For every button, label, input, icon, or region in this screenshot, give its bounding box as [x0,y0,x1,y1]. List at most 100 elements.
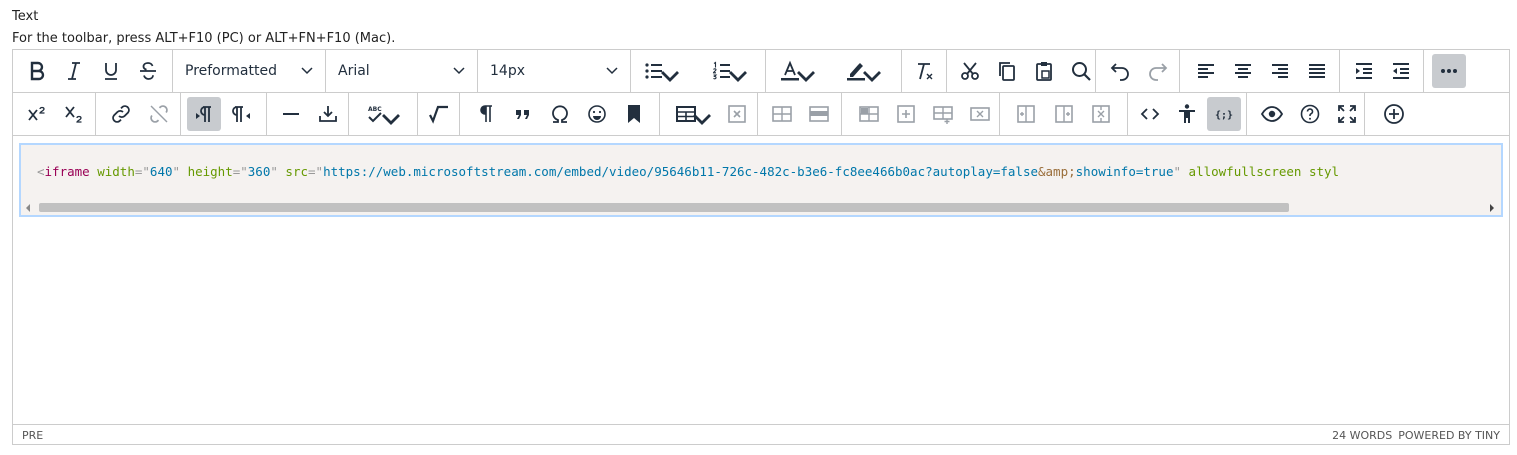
code-token: 360 [247,164,271,179]
help-button[interactable] [1293,97,1327,131]
code-sample-icon: {;} [1215,110,1233,121]
copy-icon [999,62,1015,81]
subscript-button[interactable] [57,97,91,131]
outdent-icon [1393,63,1409,79]
indent-group [1340,50,1424,92]
numbered-list-button[interactable] [704,54,754,88]
font-family-select[interactable]: Arial [326,50,478,92]
find-button[interactable] [1064,54,1098,88]
scroll-left-arrow[interactable] [26,204,30,212]
svg-text:{;}: {;} [1215,110,1233,121]
column-after-icon [1055,105,1073,123]
bullet-list-button[interactable] [636,54,686,88]
ltr-icon [196,106,211,122]
align-right-button[interactable] [1263,54,1297,88]
code-token: https://web.microsoftstream.com/embed/vi… [323,164,1038,179]
highlight-button[interactable] [838,54,888,88]
code-sample-button[interactable]: {;} [1207,97,1241,131]
paste-button[interactable] [1027,54,1061,88]
column-after-button[interactable] [1047,97,1081,131]
strikethrough-button[interactable] [131,54,165,88]
clear-format-group [902,50,947,92]
source-code-button[interactable] [1133,97,1167,131]
delete-table-button[interactable] [720,97,754,131]
delete-row-button[interactable] [963,97,997,131]
unlink-button[interactable] [142,97,176,131]
history-group [1096,50,1180,92]
undo-button[interactable] [1103,54,1137,88]
align-center-icon [1235,64,1251,78]
delete-column-button[interactable] [1084,97,1118,131]
chevron-down-icon [661,71,679,82]
horizontal-line-button[interactable] [274,97,308,131]
merge-cells-button[interactable] [852,97,886,131]
underline-button[interactable] [94,54,128,88]
block-format-select[interactable]: Preformatted [173,50,326,92]
insert-row-button[interactable] [889,97,923,131]
align-center-button[interactable] [1226,54,1260,88]
outdent-button[interactable] [1384,54,1418,88]
copy-button[interactable] [990,54,1024,88]
italic-button[interactable] [57,54,91,88]
code-icon [1140,108,1160,120]
ltr-button[interactable] [187,97,221,131]
code-token: styl [1308,164,1340,179]
powered-by-link[interactable]: POWERED BY TINY [1398,429,1500,442]
align-left-button[interactable] [1189,54,1223,88]
horizontal-scrollbar[interactable] [23,201,1499,215]
table-group [660,93,758,135]
preview-icon [1260,106,1284,122]
editor-content[interactable]: <iframe width="640" height="360" src="ht… [13,137,1509,426]
bold-button[interactable] [20,54,54,88]
rtl-button[interactable] [225,97,259,131]
accessibility-button[interactable] [1170,97,1204,131]
text-color-button[interactable] [772,54,822,88]
bold-icon [30,61,45,81]
superscript-button[interactable] [20,97,54,131]
text-style-group [13,50,173,92]
toolbar-row-2: ABC {;} [13,93,1509,136]
field-label: Text [12,9,39,24]
preview-button[interactable] [1255,97,1289,131]
superscript-icon [28,106,45,121]
insert-column-button[interactable] [926,97,960,131]
code-token: =" [308,164,324,179]
search-icon [1072,62,1091,81]
justify-button[interactable] [1300,54,1334,88]
font-size-select[interactable]: 14px [478,50,631,92]
link-button[interactable] [104,97,138,131]
code-token: iframe [44,164,90,179]
insert-button[interactable] [311,97,345,131]
redo-button[interactable] [1141,54,1175,88]
fullscreen-button[interactable] [1330,97,1364,131]
subscript-icon [65,106,82,123]
special-character-button[interactable] [543,97,577,131]
equation-button[interactable] [422,97,456,131]
scroll-right-arrow[interactable] [1490,204,1494,212]
column-before-button[interactable] [1009,97,1043,131]
scroll-thumb[interactable] [39,203,1289,212]
anchor-button[interactable] [617,97,651,131]
emoji-icon [588,105,606,123]
emoticons-button[interactable] [580,97,614,131]
word-count[interactable]: 24 WORDS [1332,429,1392,442]
blockquote-button[interactable] [506,97,540,131]
chevron-down-icon [797,71,815,82]
toolbar-row-1: Preformatted Arial 14px [13,50,1509,93]
table-cell-props-button[interactable] [802,97,836,131]
chevron-down-icon [729,71,747,82]
cut-button[interactable] [953,54,987,88]
indent-button[interactable] [1347,54,1381,88]
element-path[interactable]: PRE [22,429,43,442]
more-button[interactable] [1432,54,1466,88]
spellcheck-button[interactable]: ABC [357,97,407,131]
delete-column-icon [1092,105,1110,123]
code-block[interactable]: <iframe width="640" height="360" src="ht… [19,143,1503,217]
more-icon [1441,69,1457,73]
clear-formatting-button[interactable] [907,54,941,88]
table-row-props-button[interactable] [765,97,799,131]
table-button[interactable] [668,97,718,131]
paragraph-button[interactable] [469,97,503,131]
add-content-button[interactable] [1377,97,1411,131]
